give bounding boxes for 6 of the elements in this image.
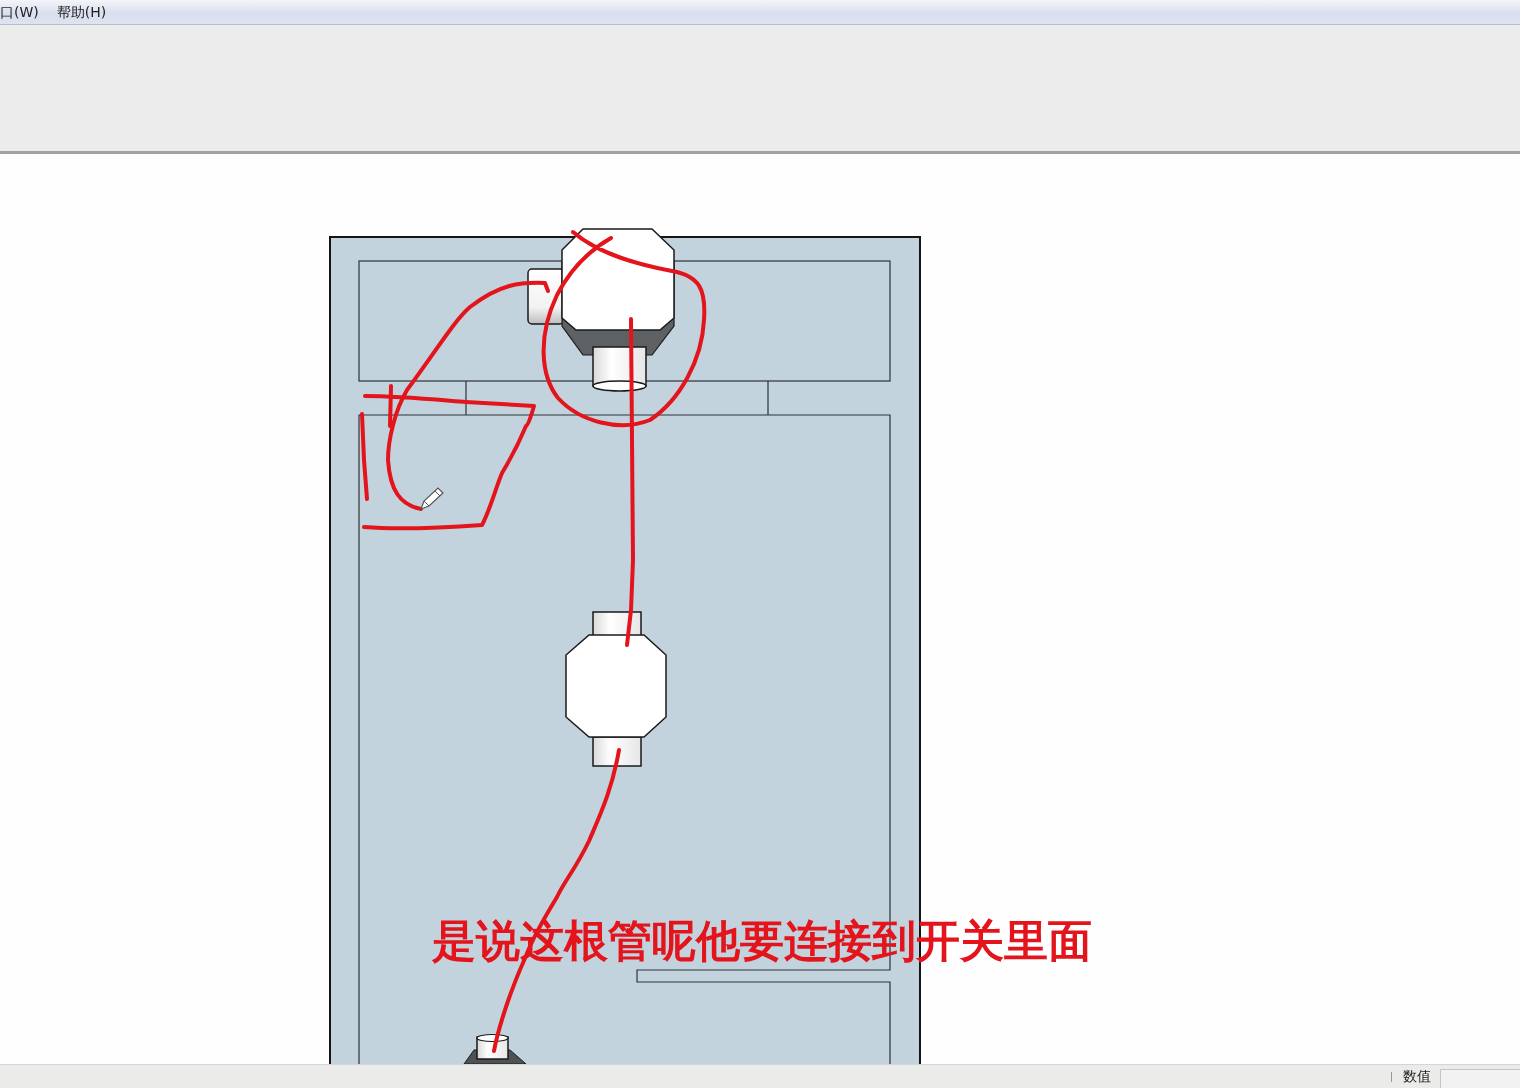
- pipe-fitting-model: [463, 1033, 527, 1064]
- value-field[interactable]: [1440, 1068, 1520, 1088]
- menu-item[interactable]: 口(W): [0, 2, 47, 22]
- value-label: 数值: [1403, 1067, 1431, 1086]
- pencil-cursor-icon: [419, 487, 444, 511]
- menu-item[interactable]: 帮助(H): [48, 2, 115, 22]
